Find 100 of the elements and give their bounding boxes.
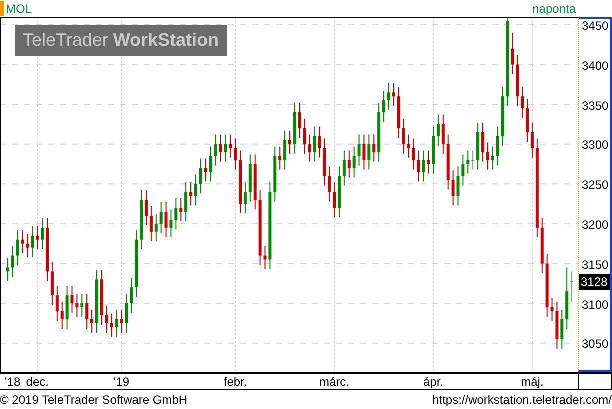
candlestick	[521, 86, 524, 119]
candlestick	[352, 146, 356, 178]
candlestick	[303, 118, 306, 154]
candlestick	[50, 262, 54, 306]
candlestick	[323, 138, 326, 186]
candlestick	[298, 102, 302, 138]
candlestick	[21, 230, 24, 254]
candlestick	[284, 130, 287, 170]
candlestick	[86, 294, 89, 330]
candlestick	[11, 246, 14, 278]
axis-label: 3150	[582, 258, 609, 272]
candlestick	[90, 309, 94, 334]
candlestick	[150, 206, 153, 242]
candlestick	[36, 226, 40, 250]
url-text: https://workstation.teletrader.com/	[432, 392, 612, 406]
candlestick	[516, 54, 520, 107]
candlestick	[511, 32, 514, 75]
candlestick	[313, 126, 316, 162]
candlestick	[170, 210, 173, 238]
candlestick	[31, 226, 34, 258]
candlestick	[66, 286, 69, 330]
candlestick	[105, 305, 108, 334]
axis-label: 3050	[582, 337, 609, 352]
candlestick	[422, 150, 426, 182]
candlestick	[278, 146, 282, 170]
candlestick	[560, 309, 564, 350]
candlestick	[125, 294, 128, 334]
candlestick	[566, 267, 569, 330]
candlestick	[570, 271, 574, 302]
candlestick	[16, 230, 20, 266]
candlestick	[462, 154, 465, 186]
candlestick	[378, 102, 381, 162]
candlestick	[466, 150, 470, 174]
candlestick	[70, 286, 74, 314]
candlestick	[239, 150, 242, 214]
candlestick	[446, 134, 450, 190]
candlestick	[244, 182, 247, 214]
axis-label: '18	[5, 375, 21, 389]
candlestick	[427, 150, 430, 174]
candlestick	[130, 278, 134, 314]
candlestick	[80, 294, 84, 318]
candlestick	[6, 258, 10, 282]
candlestick	[456, 166, 460, 206]
candlestick	[550, 297, 554, 322]
symbol-marker	[0, 1, 4, 16]
candlestick	[546, 254, 549, 318]
candlestick	[358, 134, 361, 166]
candlestick	[219, 134, 222, 162]
axis-label: 3100	[582, 298, 609, 312]
candlestick	[362, 134, 366, 170]
candlestick	[318, 126, 322, 158]
last-price-label: 3128	[579, 274, 610, 290]
axis-label: 3350	[582, 98, 609, 113]
candlestick	[417, 150, 420, 182]
candlestick	[135, 230, 138, 298]
axis-label: '19	[114, 375, 130, 389]
candlestick	[60, 301, 64, 330]
symbol-label: MOL	[6, 2, 32, 16]
candlestick	[402, 118, 406, 154]
candlestick	[491, 146, 494, 170]
candlestick	[199, 158, 202, 194]
interval-label: naponta	[532, 2, 576, 16]
candlestick	[392, 82, 396, 107]
candlestick	[184, 182, 188, 222]
candlestick	[540, 218, 544, 274]
candlestick	[496, 126, 500, 166]
axis-label: febr.	[224, 375, 248, 389]
candlestick	[234, 138, 238, 170]
candlestick	[368, 134, 371, 170]
candlestick	[120, 309, 124, 334]
candlestick	[254, 154, 257, 210]
candlestick	[397, 86, 400, 138]
axis-label: ápr.	[424, 375, 444, 389]
candlestick	[501, 86, 504, 146]
candlestick	[160, 202, 163, 234]
candlestick	[274, 146, 277, 202]
candlestick	[26, 234, 30, 258]
candlestick	[248, 154, 252, 202]
candlestick	[556, 301, 559, 350]
axis-label: márc.	[320, 375, 350, 389]
candlestick	[328, 166, 332, 202]
candlestick	[180, 198, 183, 222]
candlestick	[432, 126, 435, 174]
candlestick	[115, 309, 118, 338]
candlestick	[452, 170, 455, 206]
candlestick	[442, 114, 445, 154]
axis-label: 3450	[582, 18, 609, 33]
candlestick	[308, 134, 312, 162]
candlestick	[288, 130, 292, 154]
candlestick	[204, 158, 208, 182]
candlestick	[407, 134, 410, 158]
candlestick	[436, 114, 440, 146]
candlestick	[96, 270, 98, 334]
axis-label: máj.	[521, 375, 544, 389]
candlestick	[348, 150, 351, 178]
candlestick	[164, 202, 168, 238]
candlestick	[486, 142, 490, 170]
candlestick	[41, 218, 44, 250]
candlestick	[293, 102, 296, 154]
candlestick	[174, 198, 178, 230]
